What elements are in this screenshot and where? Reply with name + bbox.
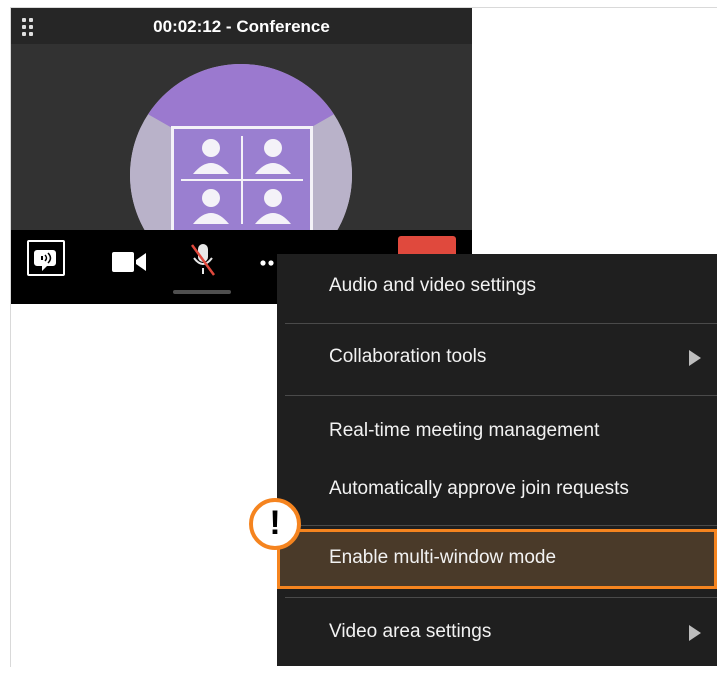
title-bar: 00:02:12 - Conference (11, 8, 472, 44)
more-options-menu: Audio and video settings Collaboration t… (277, 254, 717, 666)
video-camera-icon[interactable] (112, 250, 148, 274)
menu-item-realtime-meeting-management[interactable]: Real-time meeting management (277, 402, 717, 462)
menu-divider (285, 395, 717, 396)
menu-item-label: Real-time meeting management (329, 420, 600, 441)
warning-callout-icon: ! (249, 498, 301, 550)
submenu-arrow-icon (689, 350, 701, 366)
menu-item-multi-window-mode[interactable]: Enable multi-window mode (277, 529, 717, 589)
menu-divider (285, 323, 717, 324)
menu-item-label: Enable multi-window mode (329, 547, 557, 568)
speaker-icon[interactable] (27, 240, 65, 276)
conference-layout-icon (171, 126, 313, 234)
menu-item-label: Video area settings (329, 621, 492, 642)
microphone-muted-icon[interactable] (189, 242, 217, 278)
menu-item-label: Collaboration tools (329, 346, 487, 367)
toolbar-scroll-indicator (173, 290, 231, 294)
menu-item-collaboration-tools[interactable]: Collaboration tools (277, 328, 717, 388)
menu-item-audio-video-settings[interactable]: Audio and video settings (277, 257, 717, 317)
submenu-arrow-icon (689, 625, 701, 641)
call-title: 00:02:12 - Conference (153, 17, 330, 36)
menu-divider (285, 525, 717, 526)
menu-item-video-area-settings[interactable]: Video area settings (277, 603, 717, 663)
menu-item-auto-approve-join[interactable]: Automatically approve join requests (277, 460, 717, 520)
menu-item-label: Audio and video settings (329, 275, 537, 296)
menu-item-label: Automatically approve join requests (329, 478, 629, 499)
warning-symbol: ! (269, 504, 281, 542)
menu-divider (285, 597, 717, 598)
